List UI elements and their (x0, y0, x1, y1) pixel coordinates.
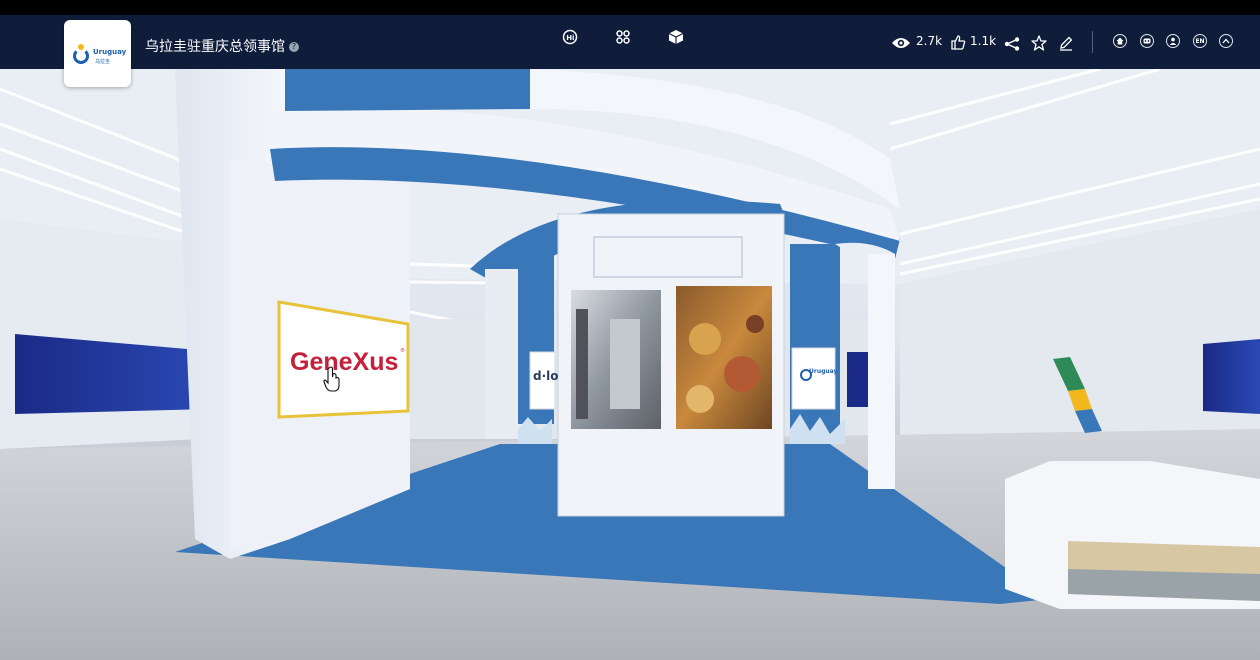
collapse-icon[interactable] (1219, 34, 1233, 48)
svg-text:Hi: Hi (566, 34, 574, 42)
genexus-sign-label: GeneXus (290, 348, 398, 376)
top-bar (0, 0, 1260, 15)
logo-name: Uruguay (93, 48, 127, 56)
views-count: 2.7k (916, 34, 943, 48)
uruguay-panel[interactable]: Uruguay (809, 368, 837, 375)
logo-mark (73, 48, 89, 64)
genexus-sign[interactable]: GeneXus ® (288, 340, 406, 384)
hand-cursor-icon (323, 366, 343, 396)
language-icon[interactable]: EN (1193, 34, 1207, 48)
dlo-sign[interactable]: d·lo (533, 369, 559, 383)
page-title: 乌拉圭驻重庆总领事馆? (145, 36, 299, 56)
uruguay-logo[interactable]: Uruguay 乌拉圭 (64, 20, 131, 87)
vr-icon[interactable] (1140, 34, 1154, 48)
language-label: EN (1195, 37, 1205, 45)
virtual-exhibition-scene[interactable]: GeneXus ® d·lo Uruguay (0, 69, 1260, 660)
header-bar: 乌拉圭驻重庆总领事馆? Hi 2.7k 1.1k EN (0, 15, 1260, 69)
like-icon[interactable] (950, 34, 966, 54)
hi-chat-icon[interactable]: Hi (561, 28, 579, 46)
registered-mark: ® (400, 347, 405, 354)
command-icon[interactable] (614, 28, 632, 46)
likes-count: 1.1k (970, 34, 997, 48)
logo-subtitle: 乌拉圭 (95, 59, 111, 65)
star-icon[interactable] (1031, 35, 1047, 55)
edit-icon[interactable] (1058, 35, 1074, 55)
help-icon[interactable]: ? (289, 42, 299, 52)
header-divider (1092, 31, 1093, 53)
share-icon[interactable] (1004, 36, 1020, 55)
user-icon[interactable] (1166, 34, 1180, 48)
eye-icon (891, 35, 911, 54)
title-text: 乌拉圭驻重庆总领事馆 (145, 39, 285, 55)
home-icon[interactable] (1113, 34, 1127, 48)
cube-icon[interactable] (667, 28, 685, 46)
